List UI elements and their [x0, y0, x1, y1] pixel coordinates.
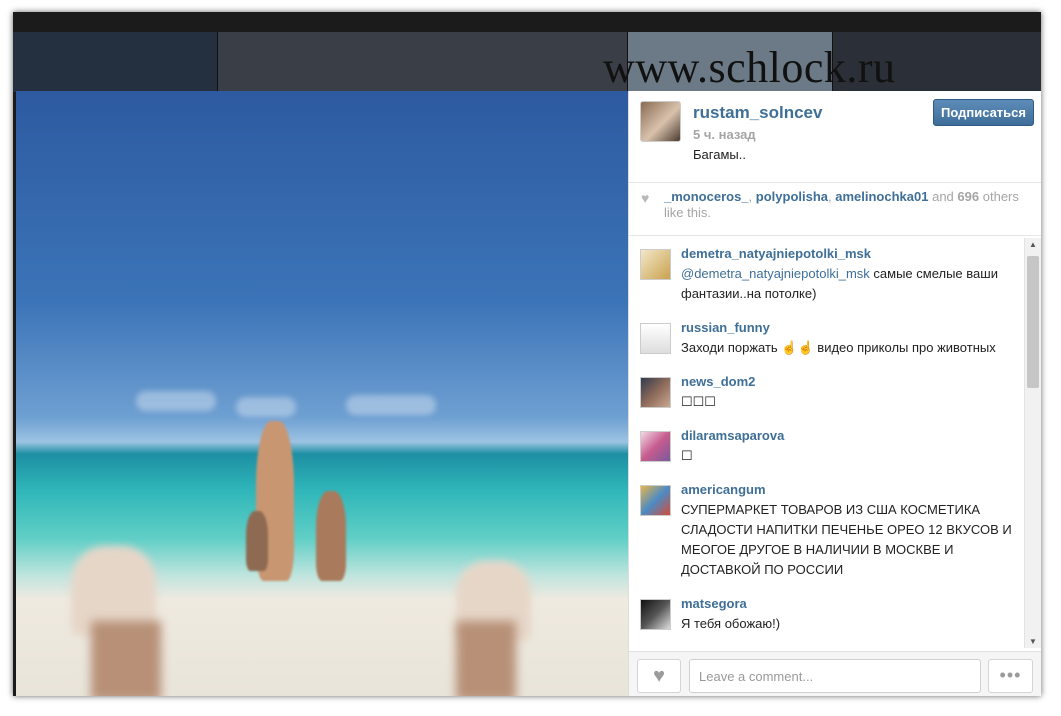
app-window: www.schlock.ru rustam_solncev 5 ч. назад…: [13, 12, 1041, 696]
mention-link[interactable]: @demetra_natyajniepotolki_msk: [681, 266, 870, 281]
comment-text: ☐: [681, 448, 693, 463]
commenter-username[interactable]: dilaramsaparova: [681, 428, 1024, 443]
heart-icon: ♥: [641, 190, 650, 206]
comment-text: СУПЕРМАРКЕТ ТОВАРОВ ИЗ США КОСМЕТИКА СЛА…: [681, 502, 1012, 577]
post-side-panel: rustam_solncev 5 ч. назад Багамы.. Подпи…: [628, 91, 1041, 696]
more-options-button[interactable]: •••: [988, 659, 1033, 693]
comment-item: matsegora Я тебя обожаю!): [629, 586, 1024, 640]
liker-link[interactable]: amelinochka01: [835, 189, 928, 204]
heart-icon: ♥: [653, 665, 665, 687]
post-photo[interactable]: [16, 91, 628, 696]
like-button[interactable]: ♥: [637, 659, 681, 693]
cloud: [346, 395, 436, 415]
scroll-down-arrow-icon[interactable]: ▼: [1029, 637, 1037, 646]
commenter-username[interactable]: news_dom2: [681, 374, 1024, 389]
scroll-up-arrow-icon[interactable]: ▲: [1029, 240, 1037, 249]
scrollbar-thumb[interactable]: [1027, 256, 1039, 388]
commenter-username[interactable]: matsegora: [681, 596, 1024, 611]
comment-item: dilaramsaparova ☐: [629, 418, 1024, 472]
liker-link[interactable]: _monoceros_: [664, 189, 749, 204]
comment-item: new_fashion_one ☐☐☐☐: [629, 640, 1024, 649]
person-figure: [246, 511, 268, 571]
comments-scrollbar[interactable]: ▲ ▼: [1024, 238, 1041, 648]
comment-input[interactable]: [689, 659, 981, 693]
comment-text: Заходи поржать ☝☝ видео приколы про живо…: [681, 340, 996, 355]
background-tile: [13, 32, 218, 92]
commenter-avatar[interactable]: [640, 377, 671, 408]
commenter-username[interactable]: americangum: [681, 482, 1024, 497]
comment-text: @demetra_natyajniepotolki_msk самые смел…: [681, 266, 998, 301]
comment-footer: ♥ •••: [629, 651, 1041, 696]
author-username[interactable]: rustam_solncev: [693, 103, 822, 123]
commenter-avatar[interactable]: [640, 249, 671, 280]
follow-button[interactable]: Подписаться: [932, 99, 1034, 126]
commenter-username[interactable]: demetra_natyajniepotolki_msk: [681, 246, 1024, 261]
likes-section: ♥ _monoceros_, polypolisha, amelinochka0…: [629, 183, 1041, 236]
commenter-avatar[interactable]: [640, 485, 671, 516]
commenter-avatar[interactable]: [640, 431, 671, 462]
author-avatar[interactable]: [640, 101, 681, 142]
more-dots-icon: •••: [999, 665, 1022, 685]
post-time[interactable]: 5 ч. назад: [693, 127, 756, 142]
cloud: [136, 391, 216, 411]
commenter-username[interactable]: russian_funny: [681, 320, 1024, 335]
comment-item: demetra_natyajniepotolki_msk @demetra_na…: [629, 236, 1024, 310]
commenter-avatar[interactable]: [640, 323, 671, 354]
background-tile: [218, 32, 628, 92]
post-header: rustam_solncev 5 ч. назад Багамы.. Подпи…: [629, 91, 1041, 183]
comment-item: news_dom2 ☐☐☐: [629, 364, 1024, 418]
leg-right: [456, 621, 516, 696]
liker-link[interactable]: polypolisha: [756, 189, 828, 204]
likes-text: _monoceros_, polypolisha, amelinochka01 …: [664, 189, 1019, 220]
watermark: www.schlock.ru: [603, 43, 896, 92]
post-caption: Багамы..: [693, 147, 746, 162]
likes-count[interactable]: 696: [957, 189, 979, 204]
comments-list[interactable]: demetra_natyajniepotolki_msk @demetra_na…: [629, 236, 1024, 649]
comment-text: ☐☐☐: [681, 394, 716, 409]
comment-text: Я тебя обожаю!): [681, 616, 781, 631]
leg-left: [91, 621, 161, 696]
person-figure: [316, 491, 346, 581]
likes-and: and: [932, 189, 954, 204]
cloud: [236, 397, 296, 417]
comment-item: americangum СУПЕРМАРКЕТ ТОВАРОВ ИЗ США К…: [629, 472, 1024, 586]
comment-item: russian_funny Заходи поржать ☝☝ видео пр…: [629, 310, 1024, 364]
commenter-avatar[interactable]: [640, 599, 671, 630]
